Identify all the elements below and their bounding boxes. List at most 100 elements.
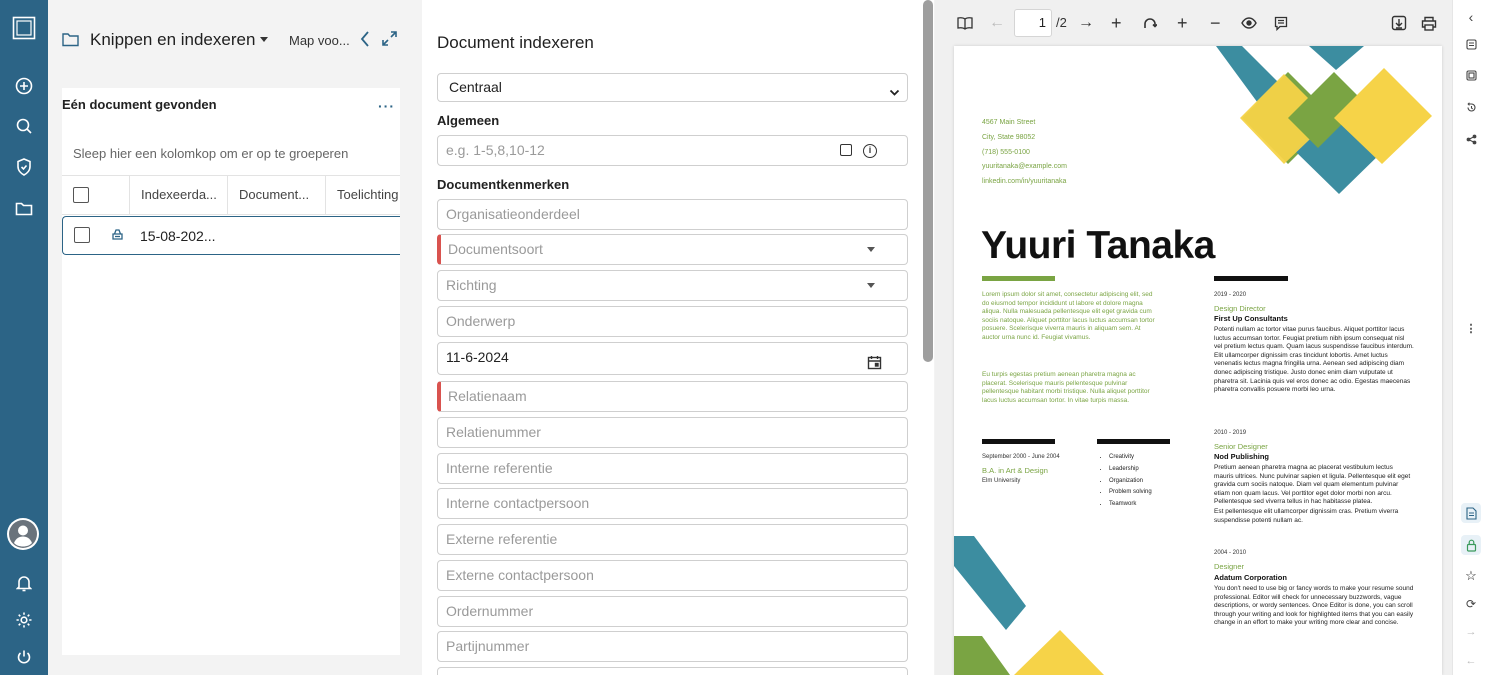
job-description: Est pellentesque elit ullamcorper dignis…: [1214, 508, 1399, 524]
form-icon[interactable]: [1461, 34, 1481, 54]
relation-number-field[interactable]: Relatienummer: [437, 417, 908, 448]
scanner-icon: [111, 228, 124, 246]
batch-number-field[interactable]: Partijnummer: [437, 631, 908, 662]
page-number-input[interactable]: 1: [1014, 9, 1052, 37]
group-hint: Sleep hier een kolomkop om er op te groe…: [73, 146, 349, 161]
direction-field[interactable]: Richting: [437, 270, 908, 301]
section-general: Algemeen: [437, 113, 500, 128]
panel-title: Knippen en indexeren: [90, 30, 256, 49]
arrow-right-icon[interactable]: →: [1078, 10, 1094, 36]
resume-phone: (718) 555-0100: [982, 149, 1030, 156]
checkbox[interactable]: [840, 144, 852, 156]
plus-icon[interactable]: +: [1177, 10, 1188, 36]
column-header[interactable]: Toelichting: [325, 176, 400, 214]
next-field[interactable]: [437, 667, 908, 675]
job-description: You don't need to use big or fancy words…: [1214, 585, 1414, 627]
document-list-icon[interactable]: [1461, 65, 1481, 85]
job-description: Potenti nullam ac tortor vitae purus fau…: [1214, 326, 1414, 394]
job-title: Designer: [1214, 562, 1245, 571]
folder-selector[interactable]: Map voo...: [289, 33, 350, 48]
divider-bar: [1214, 276, 1288, 281]
arrow-left-icon[interactable]: ←: [989, 10, 1005, 36]
divider-bar: [1097, 439, 1170, 444]
accent-bar: [982, 276, 1055, 281]
search-icon[interactable]: [12, 114, 36, 138]
info-icon[interactable]: i: [863, 144, 877, 158]
print-icon[interactable]: [1421, 10, 1437, 36]
subject-field[interactable]: Onderwerp: [437, 306, 908, 337]
relation-name-field[interactable]: Relatienaam: [437, 381, 908, 412]
resume-address: 4567 Main Street: [982, 119, 1036, 126]
job-title: Senior Designer: [1214, 442, 1268, 451]
form-title: Document indexeren: [437, 33, 594, 52]
eye-icon[interactable]: [1241, 10, 1257, 36]
skill-item: Leadership: [1109, 464, 1152, 476]
resume-city: City, State 98052: [982, 134, 1036, 141]
skill-item: Teamwork: [1109, 499, 1152, 511]
order-number-field[interactable]: Ordernummer: [437, 596, 908, 627]
chevron-down-icon[interactable]: [260, 37, 268, 42]
comment-icon[interactable]: [1274, 10, 1288, 36]
more-vertical-icon[interactable]: ⋮: [1461, 318, 1481, 338]
section-properties: Documentkenmerken: [437, 177, 570, 192]
select-all-checkbox[interactable]: [73, 187, 89, 203]
minus-icon[interactable]: −: [1210, 10, 1221, 36]
org-unit-field[interactable]: Organisatieonderdeel: [437, 199, 908, 230]
date-value: 11-6-2024: [446, 349, 509, 365]
edu-school: Elm University: [982, 478, 1021, 484]
skills-list: Creativity Leadership Organization Probl…: [1109, 452, 1152, 511]
bell-icon[interactable]: [12, 571, 36, 595]
document-viewer: ← 1 /2 → + + − 4567 Main Street City, St: [935, 0, 1452, 675]
job-company: First Up Consultants: [1214, 314, 1288, 323]
shield-icon[interactable]: [12, 155, 36, 179]
direction-placeholder: Richting: [446, 277, 497, 293]
scrollbar[interactable]: [923, 0, 933, 362]
gear-icon[interactable]: [12, 608, 36, 632]
date-field[interactable]: 11-6-2024: [437, 342, 908, 375]
avatar[interactable]: [7, 518, 39, 550]
column-header[interactable]: Document...: [227, 176, 325, 214]
rotate-icon[interactable]: [1143, 10, 1157, 36]
document-type-placeholder: Documentsoort: [448, 241, 543, 257]
star-icon[interactable]: ☆: [1461, 566, 1481, 586]
more-options-icon[interactable]: ···: [378, 98, 395, 114]
zoom-in-icon[interactable]: +: [1111, 10, 1122, 36]
document-type-field[interactable]: Documentsoort: [437, 234, 908, 265]
arrow-right-icon[interactable]: →: [1461, 622, 1481, 642]
lock-icon[interactable]: [1461, 535, 1481, 555]
edu-date: September 2000 - June 2004: [982, 454, 1060, 460]
resume-linkedin: linkedin.com/in/yuuritanaka: [982, 178, 1067, 185]
arrow-left-icon[interactable]: ←: [1461, 651, 1481, 671]
row-checkbox[interactable]: [74, 227, 90, 243]
row-date: 15-08-202...: [140, 228, 216, 244]
job-company: Adatum Corporation: [1214, 573, 1287, 582]
share-icon[interactable]: [1461, 129, 1481, 149]
result-count: Eén document gevonden: [62, 97, 217, 112]
page-range-field[interactable]: e.g. 1-5,8,10-12 i: [437, 135, 908, 166]
folder-icon[interactable]: [12, 197, 36, 221]
divider-bar: [982, 439, 1055, 444]
resume-intro-2: Eu turpis egestas pretium aenean pharetr…: [982, 371, 1150, 404]
external-reference-field[interactable]: Externe referentie: [437, 524, 908, 555]
table-row[interactable]: 15-08-202...: [62, 216, 400, 255]
document-icon[interactable]: [1461, 503, 1481, 523]
external-contact-field[interactable]: Externe contactpersoon: [437, 560, 908, 591]
column-header[interactable]: Indexeerda...: [129, 176, 227, 214]
power-icon[interactable]: [12, 645, 36, 669]
expand-icon[interactable]: [381, 30, 398, 52]
resume-name: Yuuri Tanaka: [981, 224, 1215, 267]
chevron-left-icon[interactable]: [359, 30, 371, 53]
internal-reference-field[interactable]: Interne referentie: [437, 453, 908, 484]
internal-contact-field[interactable]: Interne contactpersoon: [437, 488, 908, 519]
sync-icon[interactable]: ⟳: [1461, 594, 1481, 614]
add-icon[interactable]: [12, 74, 36, 98]
archive-select[interactable]: Centraal: [437, 73, 908, 102]
app-logo-icon[interactable]: [12, 16, 36, 40]
chevron-left-icon[interactable]: ‹: [1461, 7, 1481, 27]
history-icon[interactable]: [1461, 97, 1481, 117]
page-total: /2: [1056, 15, 1067, 30]
calendar-icon[interactable]: [867, 351, 882, 380]
resume-email: yuuritanaka@example.com: [982, 163, 1067, 170]
download-icon[interactable]: [1391, 10, 1407, 36]
book-icon[interactable]: [957, 10, 973, 36]
